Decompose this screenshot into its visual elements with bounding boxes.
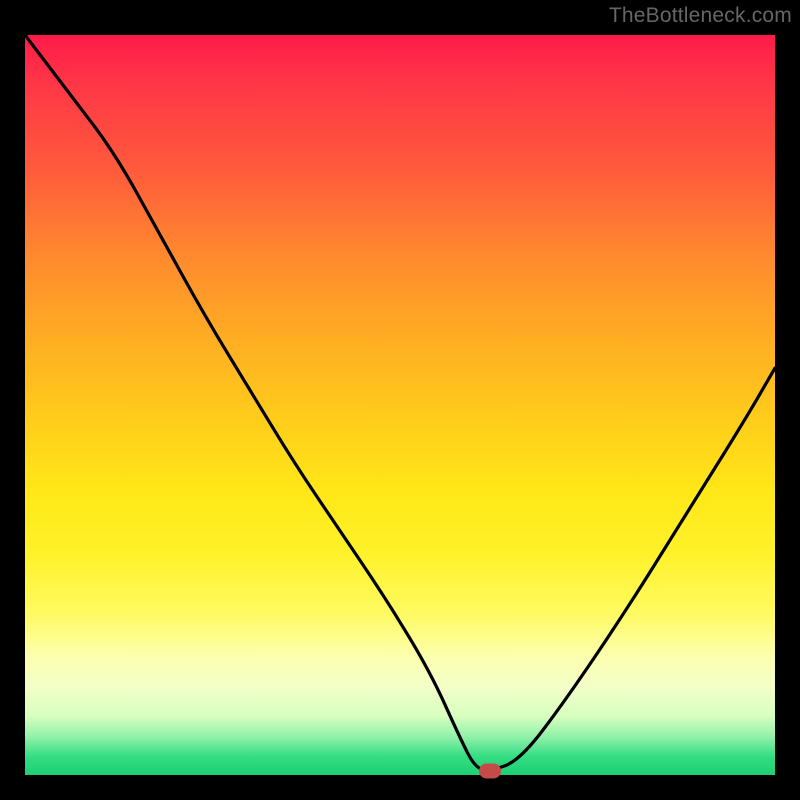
bottleneck-curve — [25, 35, 775, 775]
optimal-point-marker — [479, 764, 501, 779]
watermark-text: TheBottleneck.com — [609, 4, 792, 28]
plot-area — [25, 35, 775, 775]
chart-frame: TheBottleneck.com — [0, 0, 800, 800]
